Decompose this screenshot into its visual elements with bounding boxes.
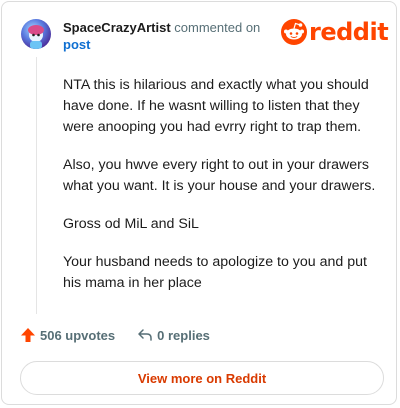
comment-paragraph: Your husband needs to apologize to you a… [63,254,367,291]
reddit-logo[interactable]: reddit [281,18,389,46]
avatar[interactable] [21,19,51,49]
upvote-count: 506 upvotes [40,327,116,343]
comment-paragraph: NTA this is hilarious and exactly what y… [63,77,369,135]
comment-footer: 506 upvotes 0 replies [20,327,210,343]
upvote-arrow-icon[interactable] [20,327,36,343]
reply-count: 0 replies [157,327,210,343]
reddit-wordmark: reddit [309,18,389,46]
comment-header: SpaceCrazyArtist commented on post [63,19,260,53]
post-link[interactable]: post [63,36,260,53]
view-more-button[interactable]: View more on Reddit [20,361,384,395]
comment-body: NTA this is hilarious and exactly what y… [63,75,381,311]
author-name[interactable]: SpaceCrazyArtist [63,20,171,35]
comment-paragraph: Also, you hwve every right to out in you… [63,157,376,194]
thread-line [36,57,37,314]
action-text: commented on [174,20,261,35]
avatar-icon [28,25,44,49]
comment-paragraph: Gross od MiL and SiL [63,216,199,232]
comment-embed-card: SpaceCrazyArtist commented on post reddi… [1,1,397,405]
reddit-snoo-icon [281,19,307,45]
reply-icon[interactable] [137,327,153,343]
